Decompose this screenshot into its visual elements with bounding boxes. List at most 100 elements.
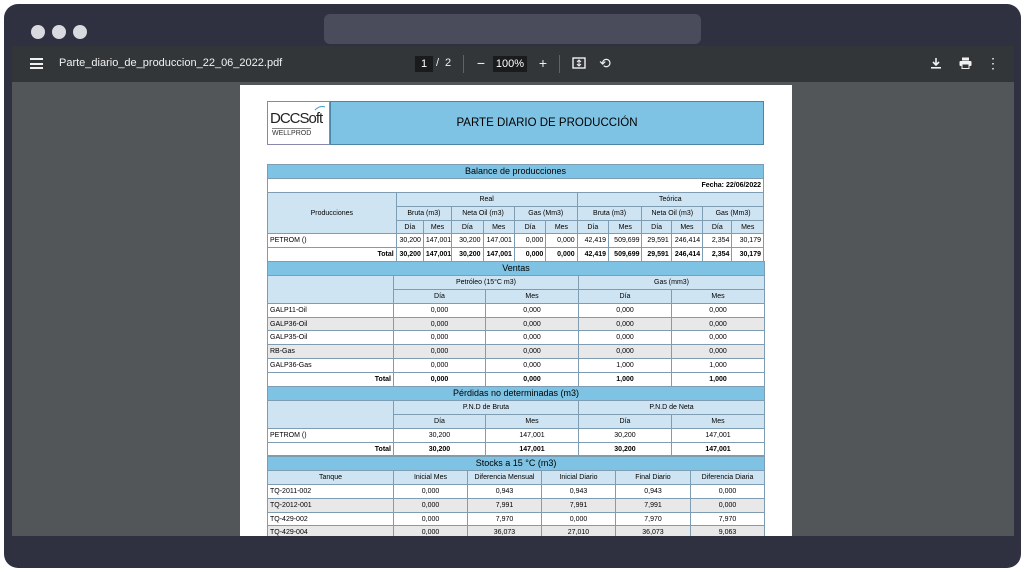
row-name: PETROM () (267, 427, 394, 443)
cell: 30,200 (578, 427, 672, 443)
header-gas: Gas (mm3) (577, 274, 766, 290)
cell: 0,000 (393, 511, 468, 527)
cell: 30,179 (731, 247, 764, 263)
logo-brand: DCCSoft (270, 110, 323, 127)
window-close-dot[interactable] (31, 25, 45, 39)
header-bruta: Bruta (m3) (395, 205, 453, 221)
cell: 0,000 (578, 344, 672, 360)
cell: 0,000 (485, 316, 579, 332)
logo-swoosh-icon (314, 105, 326, 111)
zoom-out-icon[interactable]: − (471, 53, 491, 73)
cell: 30,200 (451, 233, 484, 249)
balance-title: Balance de producciones (267, 164, 764, 179)
cell: 0,000 (485, 358, 579, 374)
table-row: TQ-429-004 0,000 36,073 27,010 36,073 9,063 (267, 525, 766, 536)
page-separator: / (436, 57, 440, 69)
header-pnd-neta: P.N.D de Neta (577, 399, 766, 415)
download-icon[interactable] (926, 53, 946, 73)
total-label: Total (267, 247, 397, 263)
header-gas: Gas (Mm3) (513, 205, 578, 221)
header-gas: Gas (Mm3) (702, 205, 764, 221)
header-mes: Mes (485, 413, 579, 429)
cell: 30,200 (451, 247, 484, 263)
cell: 7,991 (467, 497, 542, 513)
cell: 0,000 (393, 525, 468, 536)
toolbar-divider (559, 55, 560, 73)
row-name: GALP35-Oil (267, 330, 394, 346)
page-number-input[interactable]: 1 (415, 56, 433, 72)
cell: 0,000 (670, 316, 766, 332)
pdf-toolbar: Parte_diario_de_produccion_22_06_2022.pd… (12, 46, 1014, 82)
zoom-level[interactable]: 100% (493, 56, 527, 72)
cell: 0,943 (615, 483, 691, 499)
header-tanque: Tanque (267, 469, 394, 485)
cell: 147,001 (670, 441, 766, 457)
cell: 0,000 (578, 330, 672, 346)
header-mes: Mes (670, 288, 766, 304)
table-row: GALP36-Oil 0,000 0,000 0,000 0,000 (267, 316, 766, 332)
cell: 509,699 (608, 233, 643, 249)
header-bruta: Bruta (m3) (576, 205, 643, 221)
zoom-in-icon[interactable]: + (533, 53, 553, 73)
window-minimize-dot[interactable] (52, 25, 66, 39)
cell: 0,943 (467, 483, 542, 499)
ventas-table: Ventas Petróleo (15°C m3) Gas (mm3) Día M… (266, 261, 766, 388)
row-name: GALP11-Oil (267, 302, 394, 318)
total-label: Total (267, 372, 394, 388)
cell: 27,010 (541, 525, 616, 536)
total-label: Total (267, 441, 394, 457)
cell: 0,000 (393, 316, 486, 332)
more-options-icon[interactable]: ⋮ (983, 53, 1003, 73)
cell: 30,200 (578, 441, 672, 457)
cell: 147,001 (422, 247, 453, 263)
cell: 9,063 (689, 525, 766, 536)
header-petroleo: Petróleo (15°C m3) (393, 274, 579, 290)
cell: 29,591 (641, 247, 672, 263)
cell: 7,970 (467, 511, 542, 527)
cell: 147,001 (485, 441, 579, 457)
cell: 0,000 (545, 233, 578, 249)
cell: 0,000 (670, 302, 766, 318)
cell: 29,591 (641, 233, 672, 249)
pdf-page: DCCSoft WELLPROD PARTE DIARIO DE PRODUCC… (240, 85, 792, 536)
header-mes: Mes (482, 219, 515, 235)
fit-page-icon[interactable] (569, 53, 589, 73)
cell: 30,200 (395, 233, 424, 249)
cell: 0,000 (689, 483, 766, 499)
table-row: GALP11-Oil 0,000 0,000 0,000 0,000 (267, 302, 766, 318)
pdf-viewer: Parte_diario_de_produccion_22_06_2022.pd… (12, 46, 1014, 536)
cell: 147,001 (482, 247, 515, 263)
cell: 246,414 (670, 247, 704, 263)
logo-product: WELLPROD (272, 128, 312, 137)
window-maximize-dot[interactable] (73, 25, 87, 39)
cell: 0,000 (393, 372, 486, 388)
perdidas-header-blank (267, 399, 394, 429)
cell: 0,000 (689, 497, 766, 513)
cell: 7,991 (541, 497, 616, 513)
header-dia: Día (578, 413, 672, 429)
report-date: Fecha: 22/06/2022 (267, 177, 764, 193)
cell: 0,000 (393, 344, 486, 360)
print-icon[interactable] (955, 53, 975, 73)
cell: 246,414 (670, 233, 704, 249)
table-row: RB-Gas 0,000 0,000 0,000 0,000 (267, 344, 766, 360)
pdf-filename: Parte_diario_de_produccion_22_06_2022.pd… (59, 57, 283, 69)
rotate-icon[interactable]: ⟲ (595, 53, 615, 73)
header-neta: Neta Oil (m3) (451, 205, 515, 221)
row-name: TQ-2012-001 (267, 497, 394, 513)
row-name: TQ-429-002 (267, 511, 394, 527)
table-row: TQ-429-002 0,000 7,970 0,000 7,970 7,970 (267, 511, 766, 527)
cell: 0,000 (485, 372, 579, 388)
cell: 1,000 (578, 358, 672, 374)
header-dia: Día (578, 288, 672, 304)
cell: 0,000 (485, 344, 579, 360)
address-bar[interactable] (324, 14, 701, 44)
cell: 0,000 (485, 302, 579, 318)
header-dia: Día (702, 219, 733, 235)
cell: 0,000 (541, 511, 616, 527)
cell: 1,000 (670, 372, 766, 388)
cell: 7,991 (615, 497, 691, 513)
cell: 0,000 (393, 330, 486, 346)
cell: 509,699 (608, 247, 643, 263)
menu-icon[interactable] (30, 58, 43, 69)
